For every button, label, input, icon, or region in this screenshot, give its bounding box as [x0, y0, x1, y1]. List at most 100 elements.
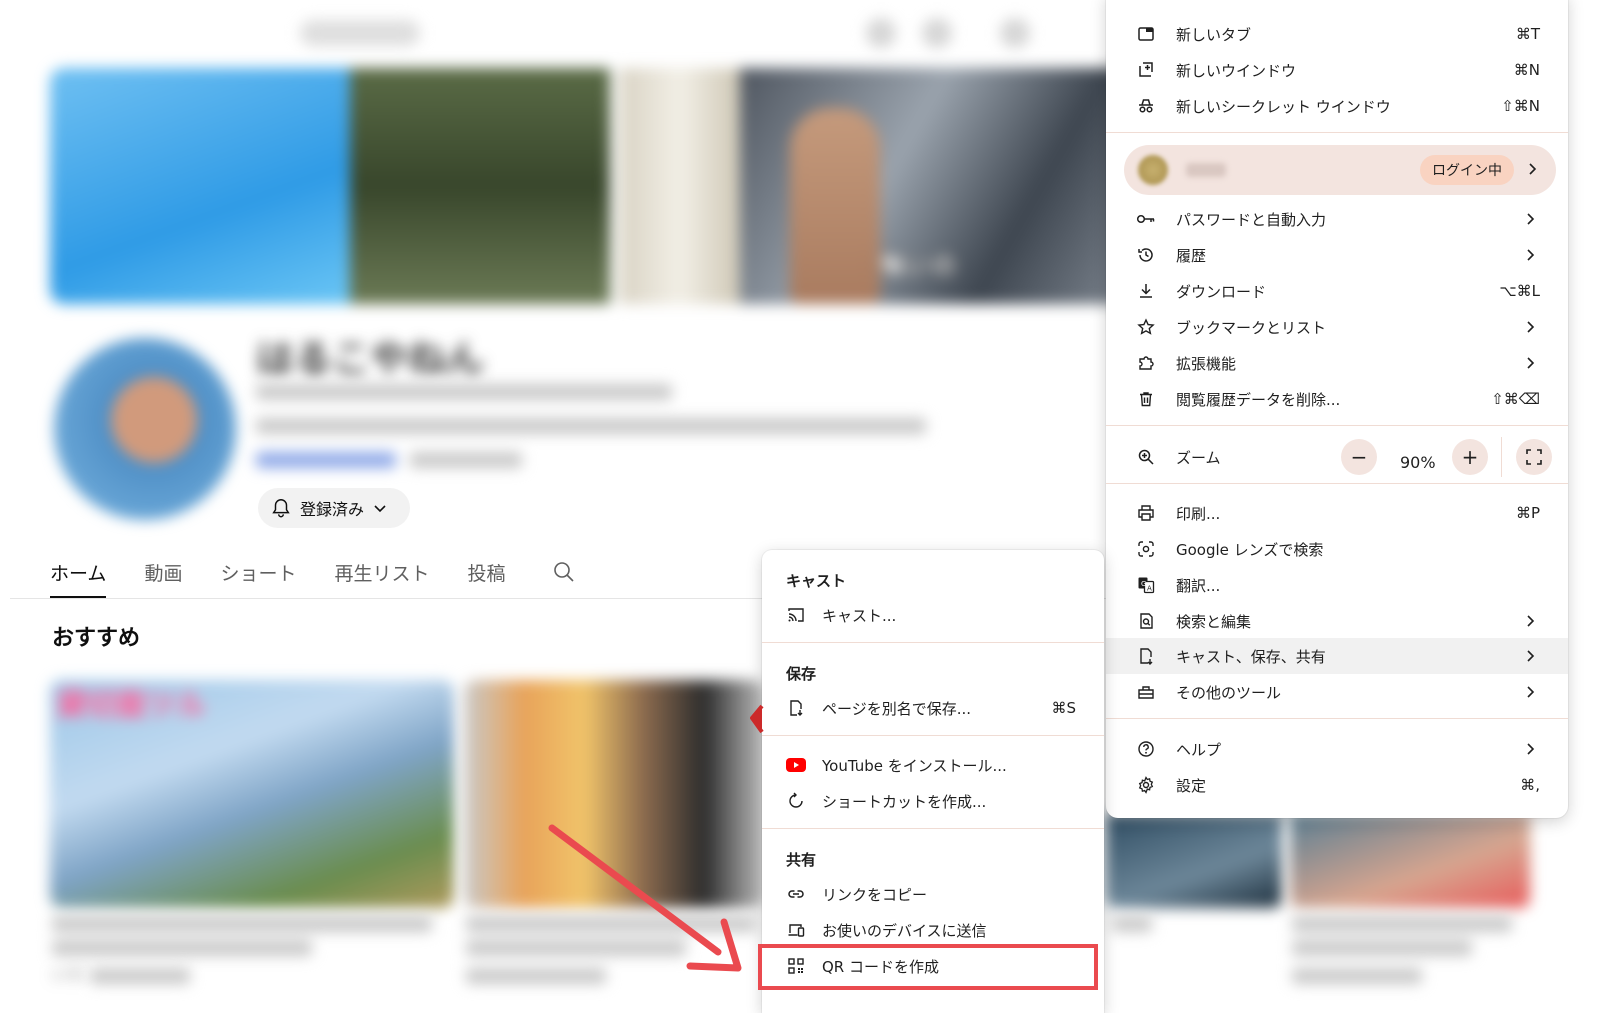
menu-item-new-incognito-window[interactable]: 新しいシークレット ウインドウ ⇧⌘N — [1106, 88, 1568, 124]
zoom-in-button[interactable]: + — [1452, 439, 1488, 475]
fullscreen-icon — [1526, 449, 1542, 465]
menu-item-extensions[interactable]: 拡張機能 — [1106, 345, 1568, 381]
menu-item-settings[interactable]: 設定 ⌘, — [1106, 767, 1568, 803]
tab-home[interactable]: ホーム — [50, 559, 107, 599]
channel-avatar — [54, 338, 236, 520]
chevron-right-icon — [1527, 615, 1535, 627]
youtube-topbar — [0, 0, 1130, 62]
tab-playlists[interactable]: 再生リスト — [334, 559, 429, 586]
share-section-header: 共有 — [786, 851, 817, 869]
menu-item-help[interactable]: ヘルプ — [1106, 731, 1568, 767]
menu-item-cast-save-share[interactable]: キャスト、保存、共有 — [1106, 638, 1568, 674]
history-icon — [1136, 245, 1156, 265]
tab-shorts[interactable]: ショート — [220, 559, 296, 586]
submenu-item-create-shortcut[interactable]: ショートカットを作成... — [762, 783, 1104, 819]
section-title: おすすめ — [52, 626, 141, 651]
cast-save-share-icon — [1136, 646, 1156, 666]
toolbox-icon — [1136, 682, 1156, 702]
zoom-out-button[interactable]: − — [1341, 439, 1377, 475]
svg-text:A: A — [1147, 585, 1152, 593]
link-icon — [786, 884, 806, 904]
gear-icon — [1136, 775, 1156, 795]
menu-item-new-tab[interactable]: 新しいタブ ⌘T — [1106, 16, 1568, 52]
tab-videos[interactable]: 動画 — [144, 559, 182, 586]
menu-item-more-tools[interactable]: その他のツール — [1106, 674, 1568, 710]
menu-item-new-window[interactable]: 新しいウインドウ ⌘N — [1106, 52, 1568, 88]
subscribed-label: 登録済み — [300, 500, 365, 519]
submenu-separator — [762, 735, 1104, 736]
video-title-line — [1292, 940, 1472, 956]
cast-section-header: キャスト — [786, 572, 847, 590]
menu-item-downloads[interactable]: ダウンロード ⌥⌘L — [1106, 273, 1568, 309]
search-icon[interactable] — [552, 560, 576, 584]
menu-item-passwords[interactable]: パスワードと自動入力 — [1106, 201, 1568, 237]
submenu-item-cast[interactable]: キャスト... — [762, 597, 1104, 633]
submenu-item-send-to-devices[interactable]: お使いのデバイスに送信 — [762, 912, 1104, 948]
incognito-icon — [1136, 96, 1156, 116]
fullscreen-button[interactable] — [1516, 439, 1552, 475]
menu-item-find-and-edit[interactable]: 検索と編集 — [1106, 603, 1568, 639]
extension-icon — [1136, 353, 1156, 373]
video-thumbnail[interactable] — [1106, 814, 1282, 908]
chevron-right-icon — [1527, 321, 1535, 333]
menu-item-history[interactable]: 履歴 — [1106, 237, 1568, 273]
banner-text: 悔いの — [880, 252, 958, 280]
svg-text:G: G — [1141, 580, 1146, 588]
search-bar-placeholder — [300, 20, 420, 46]
profile-avatar — [1138, 155, 1168, 185]
tab-posts[interactable]: 投稿 — [467, 559, 505, 586]
video-title-line — [1112, 916, 1152, 932]
video-thumbnail[interactable] — [464, 680, 764, 908]
menu-separator — [1106, 132, 1568, 133]
zoom-level: 90% — [1400, 453, 1436, 472]
channel-name: はるこやねん — [256, 337, 485, 381]
channel-link-line — [256, 452, 396, 468]
menu-item-zoom: ズーム — [1106, 437, 1568, 477]
topbar-icon — [866, 18, 896, 48]
key-icon — [1136, 209, 1156, 229]
cast-icon — [786, 605, 806, 625]
submenu-separator — [762, 828, 1104, 829]
qr-item-highlight-box — [758, 944, 1098, 990]
new-tab-icon — [1136, 24, 1156, 44]
chevron-right-icon — [1527, 650, 1535, 662]
chevron-right-icon — [1527, 686, 1535, 698]
save-page-icon — [786, 698, 806, 718]
help-icon — [1136, 739, 1156, 759]
submenu-item-copy-link[interactable]: リンクをコピー — [762, 876, 1104, 912]
lens-icon — [1136, 539, 1156, 559]
chevron-right-icon — [1527, 213, 1535, 225]
chrome-main-menu: 新しいタブ ⌘T 新しいウインドウ ⌘N 新しいシークレット ウインドウ ⇧⌘N… — [1106, 0, 1568, 818]
chevron-right-icon — [1527, 743, 1535, 755]
devices-icon — [786, 920, 806, 940]
zoom-divider — [1501, 437, 1502, 477]
video-thumbnail[interactable]: 貸切面ツル — [50, 680, 454, 908]
video-title-line — [52, 940, 312, 956]
view-count: 1.7万 — [52, 968, 84, 982]
subscribed-button[interactable]: 登録済み — [258, 488, 410, 528]
channel-link-more-line — [410, 452, 522, 468]
menu-item-clear-browsing-data[interactable]: 閲覧履歴データを削除... ⇧⌘⌫ — [1106, 381, 1568, 417]
video-thumbnail[interactable] — [1290, 814, 1530, 908]
menu-item-translate[interactable]: GA 翻訳... — [1106, 567, 1568, 603]
print-icon — [1136, 503, 1156, 523]
topbar-icon — [922, 18, 952, 48]
menu-item-print[interactable]: 印刷... ⌘P — [1106, 495, 1568, 531]
video-meta-line — [90, 968, 190, 984]
submenu-item-install-youtube[interactable]: YouTube をインストール... — [762, 747, 1104, 783]
new-window-icon — [1136, 60, 1156, 80]
video-meta-line — [1292, 968, 1422, 984]
submenu-separator — [762, 642, 1104, 643]
video-meta-line — [466, 968, 606, 984]
thumbnail-title: 貸切面ツル — [56, 688, 206, 723]
bell-icon — [272, 499, 290, 518]
menu-item-bookmarks[interactable]: ブックマークとリスト — [1106, 309, 1568, 345]
submenu-item-save-page-as[interactable]: ページを別名で保存... ⌘S — [762, 690, 1104, 726]
star-icon — [1136, 317, 1156, 337]
channel-banner: 悔いの — [50, 68, 1130, 304]
menu-separator — [1106, 483, 1568, 484]
profile-row[interactable]: ログイン中 — [1124, 145, 1556, 195]
menu-item-google-lens[interactable]: Google レンズで検索 — [1106, 531, 1568, 567]
translate-icon: GA — [1136, 575, 1156, 595]
chevron-right-icon — [1527, 249, 1535, 261]
